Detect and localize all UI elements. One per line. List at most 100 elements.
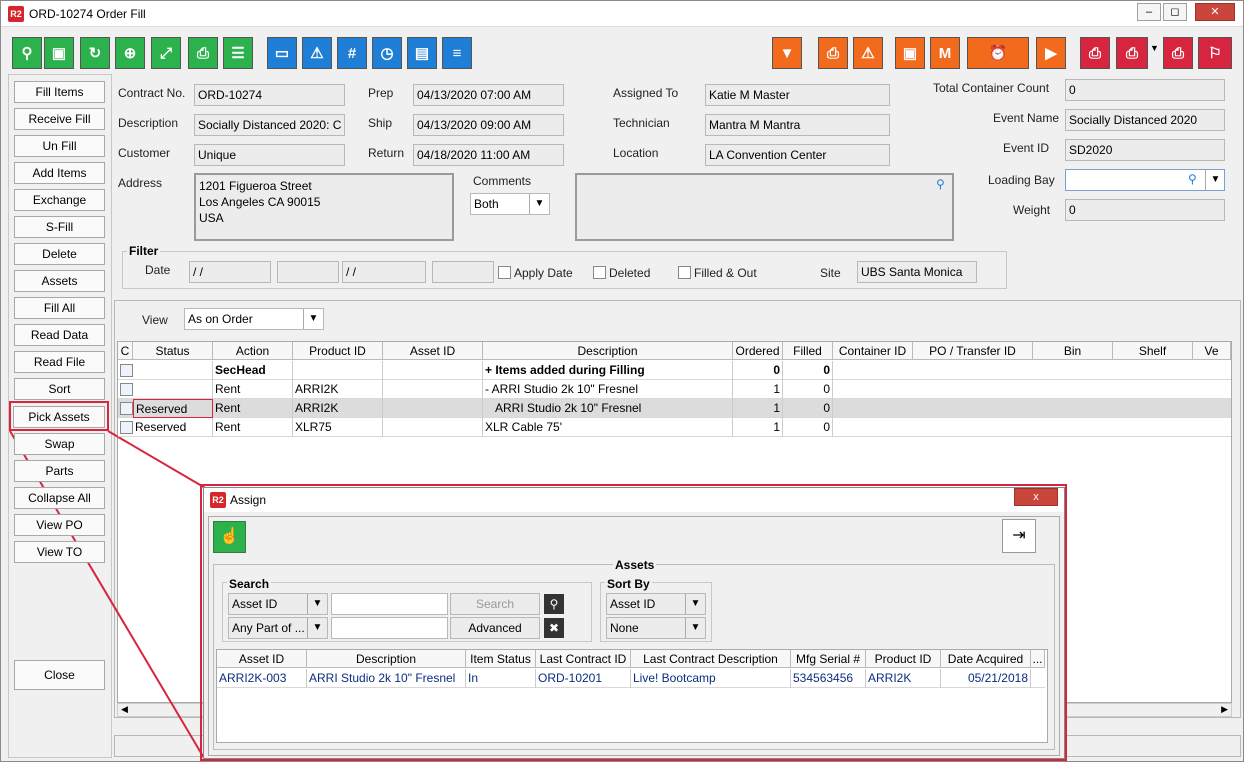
search-field-select[interactable]: Asset ID ▼ [228, 593, 328, 615]
column-header-filled[interactable]: Filled [783, 342, 833, 360]
row-checkbox[interactable] [120, 402, 133, 415]
sidebar-button-add-items[interactable]: Add Items [14, 162, 105, 184]
sidebar-button-un-fill[interactable]: Un Fill [14, 135, 105, 157]
column-header-status[interactable]: Status [133, 342, 213, 360]
column-header-po-transfer-id[interactable]: PO / Transfer ID [913, 342, 1033, 360]
clear-icon[interactable]: ✖ [544, 618, 564, 638]
cell-desc: - ARRI Studio 2k 10" Fresnel [483, 380, 733, 399]
column-header-action[interactable]: Action [213, 342, 293, 360]
sidebar-button-read-file[interactable]: Read File [14, 351, 105, 373]
cell-action: Rent [213, 418, 293, 437]
cell-status [133, 380, 213, 399]
chevron-down-icon[interactable]: ▼ [307, 594, 327, 614]
close-icon[interactable]: x [1014, 488, 1058, 506]
sort-2-value: None [610, 621, 639, 635]
column-header-ordered[interactable]: Ordered [733, 342, 783, 360]
row-checkbox[interactable] [120, 421, 133, 434]
match-select[interactable]: Any Part of ... ▼ [228, 617, 328, 639]
cell-asset [383, 418, 483, 437]
assets-column-product-id[interactable]: Product ID [866, 650, 941, 668]
sidebar-button-receive-fill[interactable]: Receive Fill [14, 108, 105, 130]
order-fill-window: R2 ORD-10274 Order Fill – ◻ ✕ ⚲ ▣ ↻ ⊕ ⤢ … [0, 0, 1244, 762]
sidebar-button-view-to[interactable]: View TO [14, 541, 105, 563]
row-checkbox[interactable] [120, 364, 133, 377]
cell-desc: ARRI Studio 2k 10" Fresnel [483, 399, 733, 418]
assets-cell-date: 05/21/2018 [941, 669, 1031, 688]
row-checkbox[interactable] [120, 383, 133, 396]
column-header-shelf[interactable]: Shelf [1113, 342, 1193, 360]
sidebar-button-pick-assets[interactable]: Pick Assets [13, 406, 105, 428]
cell-action: SecHead [213, 361, 293, 380]
cell-action: Rent [213, 399, 293, 418]
sort-1-value: Asset ID [610, 597, 656, 611]
search-field-value: Asset ID [232, 597, 278, 611]
cell-asset [383, 380, 483, 399]
sidebar-button-collapse-all[interactable]: Collapse All [14, 487, 105, 509]
cell-filled: 0 [783, 399, 833, 418]
sidebar-button-s-fill[interactable]: S-Fill [14, 216, 105, 238]
cell-product: ARRI2K [293, 399, 383, 418]
sort-label: Sort By [605, 577, 652, 591]
sidebar-button-delete[interactable]: Delete [14, 243, 105, 265]
cell-filled: 0 [783, 418, 833, 437]
assign-title-bar [204, 488, 1064, 512]
assets-label: Assets [613, 558, 657, 572]
column-header-product-id[interactable]: Product ID [293, 342, 383, 360]
assign-dialog: R2 Assign x ☝ ⇥ Assets Search Asset ID ▼… [203, 487, 1065, 759]
column-header-ve[interactable]: Ve [1193, 342, 1231, 360]
sidebar-button-fill-items[interactable]: Fill Items [14, 81, 105, 103]
chevron-down-icon[interactable]: ▼ [307, 618, 327, 638]
column-header-asset-id[interactable]: Asset ID [383, 342, 483, 360]
cell-status: Reserved [133, 399, 213, 418]
sidebar-button-sort[interactable]: Sort [14, 378, 105, 400]
assets-column-mfg-serial[interactable]: Mfg Serial # [791, 650, 866, 668]
search-input[interactable] [331, 593, 448, 615]
sort-select-1[interactable]: Asset ID ▼ [606, 593, 706, 615]
assets-cell-last-contract: ORD-10201 [536, 669, 631, 688]
column-header-bin[interactable]: Bin [1033, 342, 1113, 360]
sidebar-button-assets[interactable]: Assets [14, 270, 105, 292]
sidebar-button-exchange[interactable]: Exchange [14, 189, 105, 211]
cell-asset [383, 399, 483, 418]
exit-icon[interactable]: ⇥ [1002, 519, 1036, 553]
assets-cell-product: ARRI2K [866, 669, 941, 688]
assets-column-description[interactable]: Description [307, 650, 466, 668]
cell-desc: XLR Cable 75' [483, 418, 733, 437]
chevron-down-icon[interactable]: ▼ [685, 618, 705, 638]
assets-column-item-status[interactable]: Item Status [466, 650, 536, 668]
column-header-c[interactable]: C [118, 342, 133, 360]
chevron-down-icon[interactable]: ▼ [685, 594, 705, 614]
cell-ordered: 0 [733, 361, 783, 380]
sidebar-button-view-po[interactable]: View PO [14, 514, 105, 536]
match-input[interactable] [331, 617, 448, 639]
sidebar-button-fill-all[interactable]: Fill All [14, 297, 105, 319]
cell-ordered: 1 [733, 399, 783, 418]
cell-action: Rent [213, 380, 293, 399]
search-icon[interactable]: ⚲ [544, 594, 564, 614]
sort-select-2[interactable]: None ▼ [606, 617, 706, 639]
column-header-container-id[interactable]: Container ID [833, 342, 913, 360]
hand-pointer-icon[interactable]: ☝ [213, 521, 246, 553]
assign-title: Assign [230, 493, 267, 507]
match-value: Any Part of ... [232, 621, 305, 635]
search-label: Search [227, 577, 272, 591]
cell-ordered: 1 [733, 418, 783, 437]
assets-cell-last-desc: Live! Bootcamp [631, 669, 791, 688]
cell-status [133, 361, 213, 380]
sidebar-button-swap[interactable]: Swap [14, 433, 105, 455]
r2-logo: R2 [210, 492, 226, 508]
cell-status: Reserved [133, 418, 213, 437]
cell-product: ARRI2K [293, 380, 383, 399]
assets-column-more[interactable]: ... [1031, 650, 1045, 668]
sidebar-button-parts[interactable]: Parts [14, 460, 105, 482]
assets-column-date-acquired[interactable]: Date Acquired [941, 650, 1031, 668]
search-button[interactable]: Search [450, 593, 540, 615]
assets-column-last-contract-id[interactable]: Last Contract ID [536, 650, 631, 668]
column-header-description[interactable]: Description [483, 342, 733, 360]
cell-desc: + Items added during Filling [483, 361, 733, 380]
assets-column-asset-id[interactable]: Asset ID [217, 650, 307, 668]
sidebar-button-read-data[interactable]: Read Data [14, 324, 105, 346]
advanced-button[interactable]: Advanced [450, 617, 540, 639]
assets-column-last-contract-description[interactable]: Last Contract Description [631, 650, 791, 668]
cell-ordered: 1 [733, 380, 783, 399]
